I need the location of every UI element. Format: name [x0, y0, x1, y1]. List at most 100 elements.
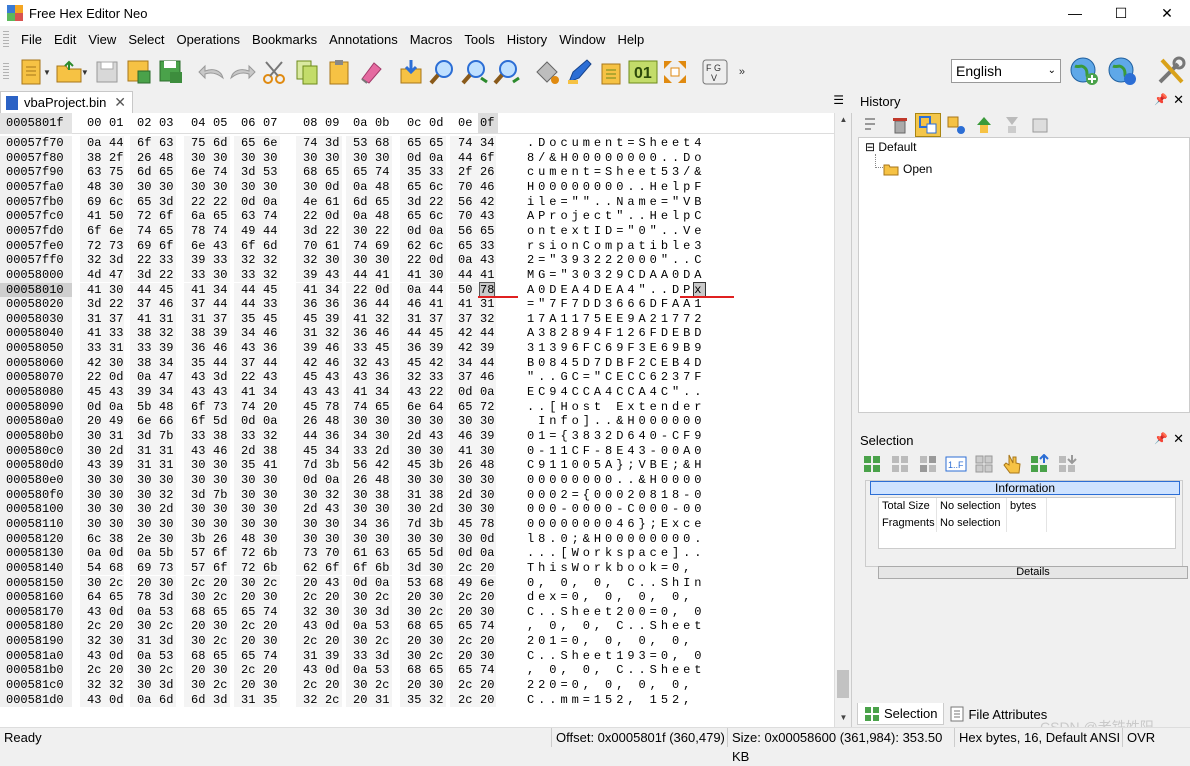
hex-byte[interactable]: 32: [241, 253, 255, 268]
hex-byte[interactable]: 65: [407, 136, 421, 151]
hex-byte[interactable]: 30: [480, 502, 494, 517]
ascii-column[interactable]: ile=""..Name="VB: [527, 195, 705, 210]
hex-byte[interactable]: 65: [353, 165, 367, 180]
hex-byte[interactable]: 45: [407, 458, 421, 473]
ascii-column[interactable]: C..mm=152, 152,: [527, 693, 705, 708]
menu-operations[interactable]: Operations: [170, 30, 246, 50]
hex-byte[interactable]: 30: [407, 502, 421, 517]
hex-byte[interactable]: 32: [325, 488, 339, 503]
hex-byte[interactable]: 30: [263, 151, 277, 166]
hex-byte[interactable]: 4e: [303, 195, 317, 210]
hex-byte[interactable]: 30: [191, 678, 205, 693]
hex-byte[interactable]: 0d: [109, 546, 123, 561]
hex-row[interactable]: 00058170 43 0d 0a 53 68 65 65 74 32 30 30 3d 30 2c 20 30…: [0, 604, 834, 620]
hex-byte[interactable]: 2c: [213, 678, 227, 693]
hex-byte[interactable]: 43: [191, 385, 205, 400]
hex-byte[interactable]: 30: [429, 634, 443, 649]
settings-tools-icon[interactable]: [1155, 55, 1187, 87]
ascii-column[interactable]: 8/&H00000000..Do: [527, 151, 705, 166]
hex-byte[interactable]: 44: [109, 136, 123, 151]
hex-byte[interactable]: 30: [303, 151, 317, 166]
hex-byte[interactable]: 6f: [159, 239, 173, 254]
ascii-column[interactable]: EC94CCA4CCA4C"..: [527, 385, 705, 400]
tab-selection[interactable]: Selection: [857, 703, 945, 725]
ascii-column[interactable]: 0-11CF-8E43-00A0: [527, 444, 705, 459]
hex-byte[interactable]: 54: [87, 561, 101, 576]
hex-byte[interactable]: 30: [109, 634, 123, 649]
hex-byte[interactable]: 65: [429, 619, 443, 634]
hex-byte[interactable]: 43: [87, 458, 101, 473]
hex-byte[interactable]: 6d: [191, 693, 205, 708]
hex-byte[interactable]: 33: [241, 268, 255, 283]
hex-byte[interactable]: 65: [458, 239, 472, 254]
hex-byte[interactable]: 68: [191, 649, 205, 664]
hex-byte[interactable]: 2c: [191, 576, 205, 591]
hex-byte[interactable]: 2f: [458, 165, 472, 180]
hex-byte[interactable]: 2c: [375, 634, 389, 649]
hex-byte[interactable]: 33: [87, 341, 101, 356]
hex-byte[interactable]: 30: [213, 473, 227, 488]
hex-byte[interactable]: 72: [87, 239, 101, 254]
hex-byte[interactable]: 34: [263, 385, 277, 400]
hex-byte[interactable]: 43: [303, 663, 317, 678]
hex-byte[interactable]: 65: [159, 165, 173, 180]
hex-byte[interactable]: 30: [480, 444, 494, 459]
hex-byte[interactable]: 6f: [191, 414, 205, 429]
hex-row[interactable]: 00057f90 63 75 6d 65 6e 74 3d 53 68 65 65 74 35 33 2f 26…: [0, 165, 834, 180]
hex-byte[interactable]: 30: [353, 502, 367, 517]
hex-byte[interactable]: 2c: [159, 663, 173, 678]
hex-row[interactable]: 000580c0 30 2d 31 31 43 46 2d 38 45 34 33 2d 30 30 41 30…: [0, 443, 834, 459]
hex-byte[interactable]: 74: [375, 165, 389, 180]
hex-byte[interactable]: 31: [137, 634, 151, 649]
hex-byte[interactable]: 30: [325, 517, 339, 532]
hex-byte[interactable]: 32: [87, 678, 101, 693]
open-folder-icon[interactable]: [53, 56, 85, 88]
hex-byte[interactable]: 37: [191, 297, 205, 312]
hex-row[interactable]: 000580f0 30 30 30 32 3d 7b 30 30 30 32 30 38 31 38 2d 30…: [0, 487, 834, 503]
hex-byte[interactable]: 30: [458, 502, 472, 517]
hex-byte[interactable]: 46: [407, 297, 421, 312]
hex-byte[interactable]: 0a: [325, 473, 339, 488]
hex-byte[interactable]: 41: [241, 385, 255, 400]
hex-byte[interactable]: 74: [213, 224, 227, 239]
hex-byte[interactable]: 43: [325, 502, 339, 517]
hex-byte[interactable]: 6f: [325, 561, 339, 576]
hex-byte[interactable]: 36: [325, 429, 339, 444]
ascii-column[interactable]: ontextID="0"..Ve: [527, 224, 705, 239]
hex-byte[interactable]: 20: [213, 576, 227, 591]
ascii-column[interactable]: 00000000..&H0000: [527, 473, 705, 488]
hex-byte[interactable]: 3d: [325, 136, 339, 151]
hex-byte[interactable]: 45: [87, 385, 101, 400]
ascii-column[interactable]: ...[Workspace]..: [527, 546, 705, 561]
hex-byte[interactable]: 53: [375, 663, 389, 678]
hex-byte[interactable]: 0d: [325, 209, 339, 224]
hex-byte[interactable]: 43: [213, 385, 227, 400]
hex-byte[interactable]: 41: [87, 283, 101, 298]
hex-byte[interactable]: 36: [375, 517, 389, 532]
hex-byte[interactable]: 74: [263, 605, 277, 620]
hex-byte[interactable]: 30: [407, 605, 421, 620]
hex-byte[interactable]: 0d: [429, 253, 443, 268]
hex-byte[interactable]: 32: [429, 693, 443, 708]
hex-byte[interactable]: 39: [480, 429, 494, 444]
hex-byte[interactable]: 30: [109, 502, 123, 517]
menu-select[interactable]: Select: [122, 30, 170, 50]
hex-byte[interactable]: 30: [263, 488, 277, 503]
hex-byte[interactable]: 3d: [159, 590, 173, 605]
copy-icon[interactable]: [291, 56, 323, 88]
menu-tools[interactable]: Tools: [458, 30, 500, 50]
hex-byte[interactable]: 0a: [429, 224, 443, 239]
hex-byte[interactable]: 26: [353, 473, 367, 488]
hex-byte[interactable]: 69: [87, 195, 101, 210]
hex-byte[interactable]: 43: [263, 370, 277, 385]
hex-byte[interactable]: 34: [241, 326, 255, 341]
hex-byte[interactable]: 0d: [109, 605, 123, 620]
ascii-column[interactable]: A0DEA4DEA4"..DPx: [527, 281, 707, 298]
eraser-icon[interactable]: [355, 56, 387, 88]
menu-window[interactable]: Window: [553, 30, 611, 50]
hex-byte[interactable]: 30: [407, 532, 421, 547]
hex-byte[interactable]: 30: [429, 268, 443, 283]
hex-row[interactable]: 00057fe0 72 73 69 6f 6e 43 6f 6d 70 61 74 69 62 6c 65 33…: [0, 238, 834, 254]
hex-byte[interactable]: 63: [87, 165, 101, 180]
hex-byte[interactable]: 33: [213, 253, 227, 268]
